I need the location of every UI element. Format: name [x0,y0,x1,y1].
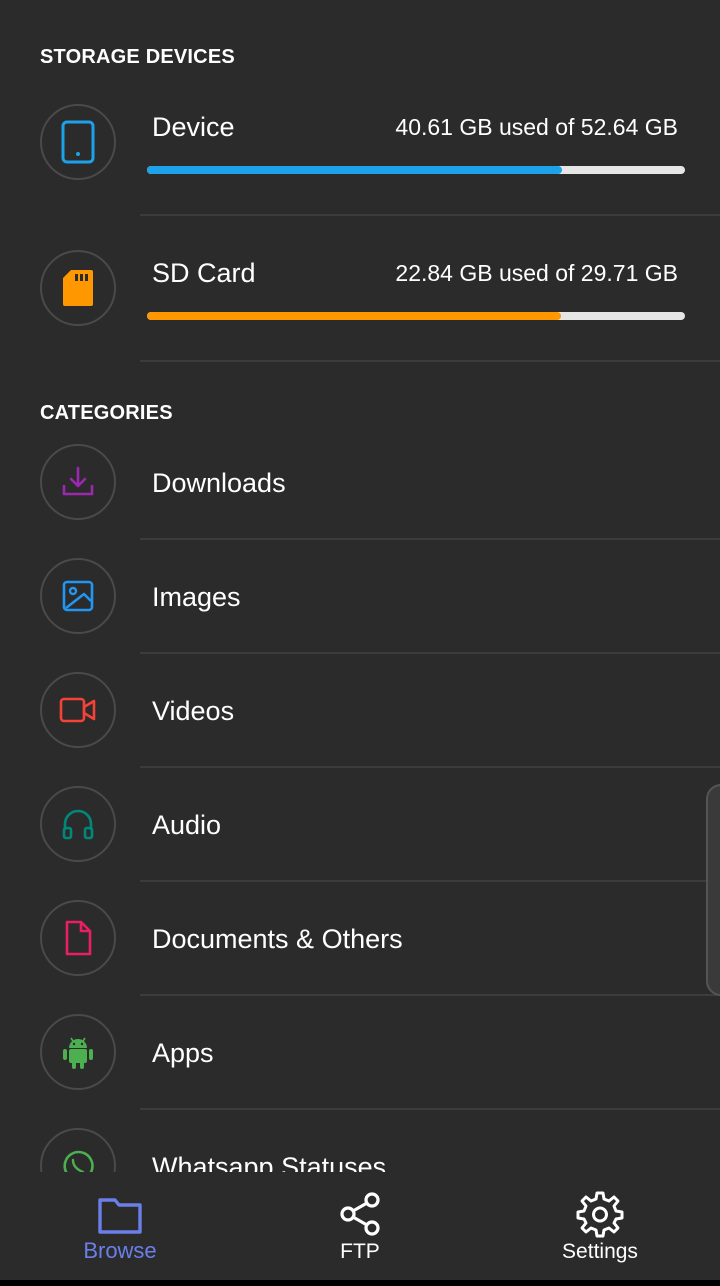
category-label: Videos [152,696,235,726]
storage-usage: 22.84 GB used of 29.71 GB [395,260,678,286]
share-icon [340,1192,380,1236]
storage-progress-bar [147,166,685,174]
images-icon-circle [40,558,116,634]
headphones-icon [62,809,94,840]
apps-icon-circle [40,1014,116,1090]
whatsapp-icon-circle [40,1128,116,1172]
videos-icon-circle [40,672,116,748]
storage-progress-fill [147,312,561,320]
nav-browse[interactable]: Browse [0,1172,240,1286]
nav-ftp-label: FTP [340,1240,380,1263]
android-icon [63,1037,93,1069]
folder-icon [98,1198,142,1234]
category-label: Downloads [152,468,286,498]
screen-bottom-edge [0,1280,720,1286]
category-label: Audio [152,810,222,840]
whatsapp-icon [63,1150,94,1172]
divider [140,994,720,996]
storage-name: Device [152,112,235,142]
category-label: Whatsapp Statuses [152,1152,387,1172]
divider [140,880,720,882]
storage-progress-bar [147,312,685,320]
storage-usage: 40.61 GB used of 52.64 GB [395,114,678,140]
image-icon [62,580,94,612]
category-label: Documents & Others [152,924,403,954]
phone-icon [61,120,95,164]
nav-browse-label: Browse [83,1238,157,1263]
divider [140,214,720,216]
divider [140,538,720,540]
download-icon [62,466,94,496]
video-icon [59,697,96,723]
audio-icon-circle [40,786,116,862]
documents-icon-circle [40,900,116,976]
device-icon-circle [40,104,116,180]
storage-name: SD Card [152,258,256,288]
divider [140,652,720,654]
storage-progress-fill [147,166,563,174]
sd-card-icon [63,270,93,306]
sd-card-icon-circle [40,250,116,326]
bottom-navigation: Browse FTP Settings [0,1172,720,1286]
gear-icon [576,1191,624,1238]
downloads-icon-circle [40,444,116,520]
category-label: Images [152,582,241,612]
divider [140,360,720,362]
divider [140,1108,720,1110]
document-icon [65,920,92,956]
nav-settings[interactable]: Settings [480,1172,720,1286]
category-label: Apps [152,1038,214,1068]
main-content: STORAGE DEVICES Device 40.61 GB used of … [0,0,720,1172]
divider [140,766,720,768]
nav-ftp[interactable]: FTP [240,1172,480,1286]
categories-header: CATEGORIES [40,402,173,424]
fast-scroll-handle[interactable] [706,784,720,996]
storage-devices-header: STORAGE DEVICES [40,46,235,68]
nav-settings-label: Settings [562,1240,638,1263]
